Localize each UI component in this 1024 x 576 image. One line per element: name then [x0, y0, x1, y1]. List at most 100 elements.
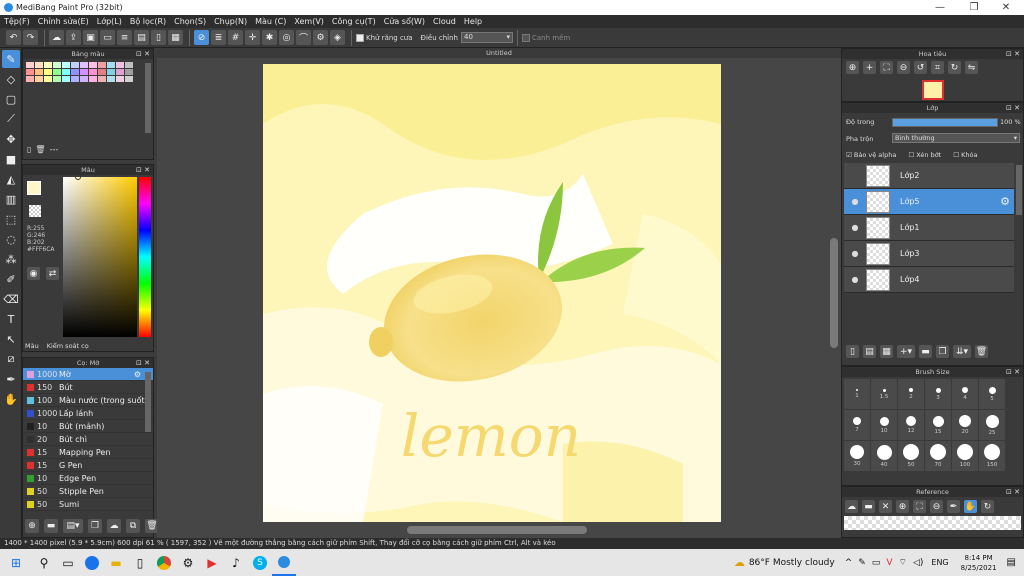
zoom-in-icon[interactable]: ⊕	[846, 61, 859, 74]
comment-icon[interactable]: ▭	[100, 30, 115, 45]
brush-item[interactable]: 1000 Lấp lánh	[23, 407, 153, 420]
blend-select[interactable]: Bình thường ▾	[892, 133, 1020, 143]
palette-swatch[interactable]	[62, 76, 70, 82]
menu-cloud[interactable]: Cloud	[429, 15, 460, 28]
new-palette-icon[interactable]: ▯	[27, 145, 31, 154]
palette-swatch[interactable]	[125, 62, 133, 68]
lasso-tool-icon[interactable]: ◌	[2, 230, 20, 248]
taskview-icon[interactable]: ▭	[56, 549, 80, 576]
brush-size-cell[interactable]: 150	[979, 441, 1005, 471]
vertical-scrollbar[interactable]	[830, 238, 838, 348]
brush-size-cell[interactable]: 10	[871, 410, 897, 440]
palette-swatch[interactable]	[26, 62, 34, 68]
palette-swatch[interactable]	[98, 62, 106, 68]
file-explorer-icon[interactable]: ▬	[104, 549, 128, 576]
operation-tool-icon[interactable]: ↖	[2, 330, 20, 348]
menu-view[interactable]: Xem(V)	[290, 15, 328, 28]
zoom-plus-icon[interactable]: +	[863, 61, 876, 74]
brush-cloud-icon[interactable]: ☁	[107, 519, 121, 533]
palette-swatch[interactable]	[116, 69, 124, 75]
tab-color[interactable]: Màu	[25, 342, 39, 350]
brush-size-cell[interactable]: 15	[925, 410, 951, 440]
brush-item[interactable]: 20 Bút chì	[23, 433, 153, 446]
palette-swatch[interactable]	[26, 69, 34, 75]
layer-row[interactable]: ● Lớp3	[844, 241, 1014, 267]
brush-item[interactable]: 50 Stipple Pen	[23, 485, 153, 498]
medibang-icon[interactable]	[272, 549, 296, 576]
menu-select[interactable]: Chọn(S)	[170, 15, 210, 28]
brush-duplicate-icon[interactable]: ⧉	[126, 519, 140, 533]
settings-icon[interactable]: ⚙	[176, 549, 200, 576]
share-icon[interactable]: ⇪	[66, 30, 81, 45]
menu-snap[interactable]: Chụp(N)	[210, 15, 251, 28]
hue-slider[interactable]	[139, 177, 151, 337]
palette-swatch[interactable]	[62, 69, 70, 75]
divide-tool-icon[interactable]: ⧄	[2, 350, 20, 368]
grid-snap-icon[interactable]: #	[228, 30, 243, 45]
maximize-button[interactable]: ❐	[958, 0, 990, 15]
color-wheel-icon[interactable]: ◉	[27, 267, 40, 280]
canvas-tab[interactable]: Untitled	[157, 48, 841, 58]
horizontal-scrollbar[interactable]	[407, 526, 587, 534]
palette-swatch[interactable]	[89, 76, 97, 82]
zoom-out-icon[interactable]: ⊖	[897, 61, 910, 74]
brush-item[interactable]: 15 Mapping Pen	[23, 446, 153, 459]
flip-icon[interactable]: ⇋	[965, 61, 978, 74]
brush-size-cell[interactable]: 50	[898, 441, 924, 471]
perspective-icon[interactable]: ◈	[330, 30, 345, 45]
brush-size-cell[interactable]: 1.5	[871, 379, 897, 409]
skype-icon[interactable]: S	[248, 549, 272, 576]
windows-start-icon[interactable]: ⊞	[0, 549, 32, 576]
palette-swatch[interactable]	[44, 69, 52, 75]
layer-settings-icon[interactable]: ⚙	[1000, 195, 1010, 208]
layer-row[interactable]: ● Lớp5 ⚙	[844, 189, 1014, 215]
layer-row[interactable]: Lớp2	[844, 163, 1014, 189]
dell-icon[interactable]	[80, 549, 104, 576]
palette-swatch[interactable]	[107, 69, 115, 75]
tray-chevron-icon[interactable]: ^	[845, 558, 853, 568]
brush-item[interactable]: 150 Bút	[23, 381, 153, 394]
fit-icon[interactable]: ⛶	[880, 61, 893, 74]
palette-swatch[interactable]	[35, 69, 43, 75]
text-tool-icon[interactable]: T	[2, 310, 20, 328]
cross-snap-icon[interactable]: ✛	[245, 30, 260, 45]
folder-icon[interactable]: ▬	[44, 519, 58, 533]
parallel-snap-icon[interactable]: ≣	[211, 30, 226, 45]
palette-swatch[interactable]	[53, 69, 61, 75]
brush-menu-icon[interactable]: ▤▾	[63, 519, 83, 533]
close-button[interactable]: ✕	[990, 0, 1022, 15]
crop-icon[interactable]: ⌗	[931, 61, 944, 74]
brush-item[interactable]: 10 Edge Pen	[23, 472, 153, 485]
line-tool-icon[interactable]: ⟋	[2, 110, 20, 128]
gradient-tool-icon[interactable]: ▥	[2, 190, 20, 208]
tiktok-icon[interactable]: ♪	[224, 549, 248, 576]
dot-tool-icon[interactable]: ▢	[2, 90, 20, 108]
curve-snap-icon[interactable]: ⌒	[296, 30, 311, 45]
snap-settings-icon[interactable]: ⚙	[313, 30, 328, 45]
palette-swatch[interactable]	[89, 62, 97, 68]
ref-close-icon[interactable]: ✕	[879, 500, 892, 513]
brush-size-cell[interactable]: 12	[898, 410, 924, 440]
palette-swatch[interactable]	[44, 76, 52, 82]
ref-hand-icon[interactable]: ✋	[964, 500, 977, 513]
radial-snap-icon[interactable]: ✱	[262, 30, 277, 45]
document-icon[interactable]: ▯	[128, 549, 152, 576]
ref-fit-icon[interactable]: ⛶	[913, 500, 926, 513]
secondary-color-swatch[interactable]	[29, 205, 41, 217]
delete-layer-icon[interactable]: 🗑	[975, 345, 988, 358]
layer-visibility-icon[interactable]: ●	[844, 197, 866, 206]
save-icon[interactable]: ▤	[134, 30, 149, 45]
tray-battery-icon[interactable]: ▭	[872, 558, 881, 568]
rotate-right-icon[interactable]: ↻	[948, 61, 961, 74]
ref-cloud-icon[interactable]: ☁	[845, 500, 858, 513]
brush-tool-icon[interactable]: ✎	[2, 50, 20, 68]
tray-volume-icon[interactable]: ◁)	[913, 558, 923, 568]
search-icon[interactable]: ⚲	[32, 549, 56, 576]
smooth-checkbox[interactable]	[522, 33, 530, 42]
menu-edit[interactable]: Chỉnh sửa(E)	[34, 15, 93, 28]
redo-icon[interactable]: ↷	[23, 30, 38, 45]
tray-antivirus-icon[interactable]: V	[886, 558, 892, 568]
palette-scrollbar[interactable]	[145, 63, 151, 133]
brush-item[interactable]: 1000 Mờ ⚙	[23, 368, 153, 381]
brush-settings-icon[interactable]: ⚙	[134, 370, 141, 379]
